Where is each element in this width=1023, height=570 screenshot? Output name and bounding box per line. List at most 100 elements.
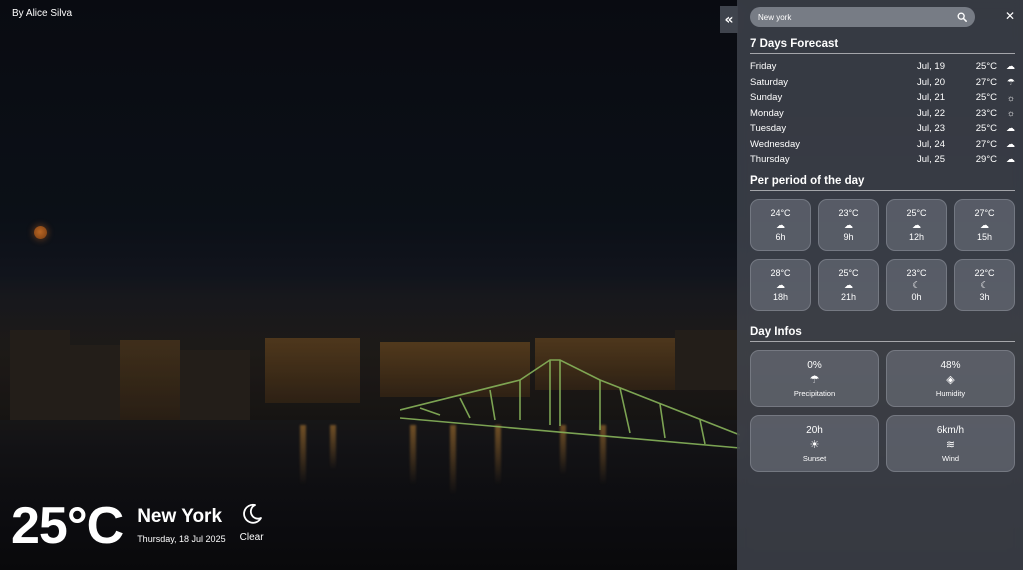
period-time: 12h <box>908 232 925 242</box>
period-card[interactable]: 23°C ☁ 9h <box>818 199 879 251</box>
cloud-icon: ☁ <box>844 220 853 230</box>
forecast-date: Jul, 25 <box>917 154 945 166</box>
photo-credit: By Alice Silva <box>12 8 73 19</box>
period-time: 15h <box>976 232 993 242</box>
forecast-date: Jul, 21 <box>917 92 945 104</box>
forecast-row: Sunday Jul, 21 25°C ☼ <box>750 90 1015 106</box>
day-infos-title: Day Infos <box>750 326 1015 342</box>
city-name: New York <box>137 506 223 527</box>
forecast-row: Friday Jul, 19 25°C ☁ <box>750 59 1015 75</box>
period-time: 9h <box>843 232 854 242</box>
period-temp: 23°C <box>906 268 927 278</box>
collapse-panel-button[interactable]: « <box>720 6 738 33</box>
period-temp: 25°C <box>906 208 927 218</box>
period-title: Per period of the day <box>750 175 1015 191</box>
forecast-row: Saturday Jul, 20 27°C ☂ <box>750 75 1015 91</box>
cloud-rain-icon: ☂ <box>1006 76 1015 87</box>
period-time: 21h <box>840 292 857 302</box>
forecast-day: Sunday <box>750 92 783 104</box>
forecast-day: Monday <box>750 107 784 119</box>
info-label: Humidity <box>935 388 966 398</box>
condition-label: Clear <box>239 532 264 543</box>
cloud-icon: ☁ <box>844 280 853 290</box>
close-icon[interactable]: ✕ <box>1005 9 1015 23</box>
period-temp: 23°C <box>838 208 859 218</box>
sunset-card: 20h ☀ Sunset <box>750 415 879 472</box>
period-card[interactable]: 25°C ☁ 21h <box>818 259 879 311</box>
forecast-day: Thursday <box>750 154 790 166</box>
current-temperature: 25°C <box>11 497 124 555</box>
forecast-temp: 25°C <box>975 123 997 135</box>
cloud-icon: ☁ <box>1006 154 1015 165</box>
period-temp: 27°C <box>974 208 995 218</box>
search-icon[interactable] <box>957 12 967 22</box>
day-infos-grid: 0% ☂ Precipitation 48% ◈ Humidity 20h ☀ … <box>750 350 1015 472</box>
info-label: Wind <box>941 453 960 463</box>
period-card[interactable]: 28°C ☁ 18h <box>750 259 811 311</box>
info-value: 48% <box>940 359 961 371</box>
forecast-date: Jul, 22 <box>917 107 945 119</box>
forecast-day: Saturday <box>750 76 789 88</box>
period-temp: 25°C <box>838 268 859 278</box>
cloud-icon: ☁ <box>1006 61 1015 72</box>
sun-icon: ☼ <box>1006 92 1015 103</box>
current-date: Thursday, 18 Jul 2025 <box>137 534 226 544</box>
precipitation-card: 0% ☂ Precipitation <box>750 350 879 407</box>
forecast-date: Jul, 20 <box>917 76 945 88</box>
droplet-icon: ◈ <box>946 373 955 386</box>
period-card[interactable]: 22°C ☾ 3h <box>954 259 1015 311</box>
cloud-icon: ☁ <box>912 220 921 230</box>
info-value: 0% <box>807 359 822 371</box>
search-input[interactable] <box>758 12 957 22</box>
period-card[interactable]: 27°C ☁ 15h <box>954 199 1015 251</box>
forecast-date: Jul, 19 <box>917 61 945 73</box>
forecast-temp: 27°C <box>975 138 997 150</box>
forecast-row: Tuesday Jul, 23 25°C ☁ <box>750 121 1015 137</box>
moon-icon: ☾ <box>980 280 989 290</box>
wind-icon: ≋ <box>945 438 956 451</box>
search-bar[interactable] <box>750 7 975 27</box>
forecast-temp: 25°C <box>975 92 997 104</box>
period-card[interactable]: 24°C ☁ 6h <box>750 199 811 251</box>
period-grid: 24°C ☁ 6h 23°C ☁ 9h 25°C ☁ 12h 27°C ☁ 15… <box>750 199 1015 311</box>
period-time: 0h <box>911 292 922 302</box>
forecast-day: Friday <box>750 61 777 73</box>
period-time: 18h <box>772 292 789 302</box>
forecast-temp: 25°C <box>975 61 997 73</box>
sun-icon: ☼ <box>1006 108 1015 119</box>
forecast-row: Thursday Jul, 25 29°C ☁ <box>750 152 1015 168</box>
cloud-icon: ☁ <box>776 220 785 230</box>
cloud-icon: ☁ <box>1006 123 1015 134</box>
period-time: 3h <box>979 292 990 302</box>
location-block: New York Thursday, 18 Jul 2025 <box>137 506 225 544</box>
period-temp: 22°C <box>974 268 995 278</box>
period-temp: 28°C <box>770 268 791 278</box>
info-label: Precipitation <box>793 388 836 398</box>
moon-icon: ☾ <box>912 280 921 290</box>
forecast-day: Wednesday <box>750 138 800 150</box>
info-value: 6km/h <box>936 424 965 436</box>
forecast-date: Jul, 24 <box>917 138 945 150</box>
period-temp: 24°C <box>770 208 791 218</box>
humidity-card: 48% ◈ Humidity <box>886 350 1015 407</box>
forecast-row: Monday Jul, 22 23°C ☼ <box>750 106 1015 122</box>
period-card[interactable]: 23°C ☾ 0h <box>886 259 947 311</box>
weather-side-panel: ✕ 7 Days Forecast Friday Jul, 19 25°C ☁ … <box>737 0 1023 570</box>
forecast-temp: 27°C <box>975 76 997 88</box>
sunset-icon: ☀ <box>809 438 820 451</box>
cloud-icon: ☁ <box>980 220 989 230</box>
forecast-temp: 23°C <box>975 107 997 119</box>
forecast-title: 7 Days Forecast <box>750 38 1015 54</box>
period-card[interactable]: 25°C ☁ 12h <box>886 199 947 251</box>
current-weather: 25°C New York Thursday, 18 Jul 2025 Clea… <box>11 498 264 554</box>
rain-cloud-icon: ☂ <box>809 373 820 386</box>
condition-block: Clear <box>240 502 264 543</box>
wind-card: 6km/h ≋ Wind <box>886 415 1015 472</box>
moon-icon <box>242 503 262 524</box>
forecast-list: Friday Jul, 19 25°C ☁ Saturday Jul, 20 2… <box>750 59 1015 168</box>
forecast-day: Tuesday <box>750 123 787 135</box>
cloud-icon: ☁ <box>1006 138 1015 149</box>
cloud-icon: ☁ <box>776 280 785 290</box>
forecast-temp: 29°C <box>975 154 997 166</box>
forecast-date: Jul, 23 <box>917 123 945 135</box>
